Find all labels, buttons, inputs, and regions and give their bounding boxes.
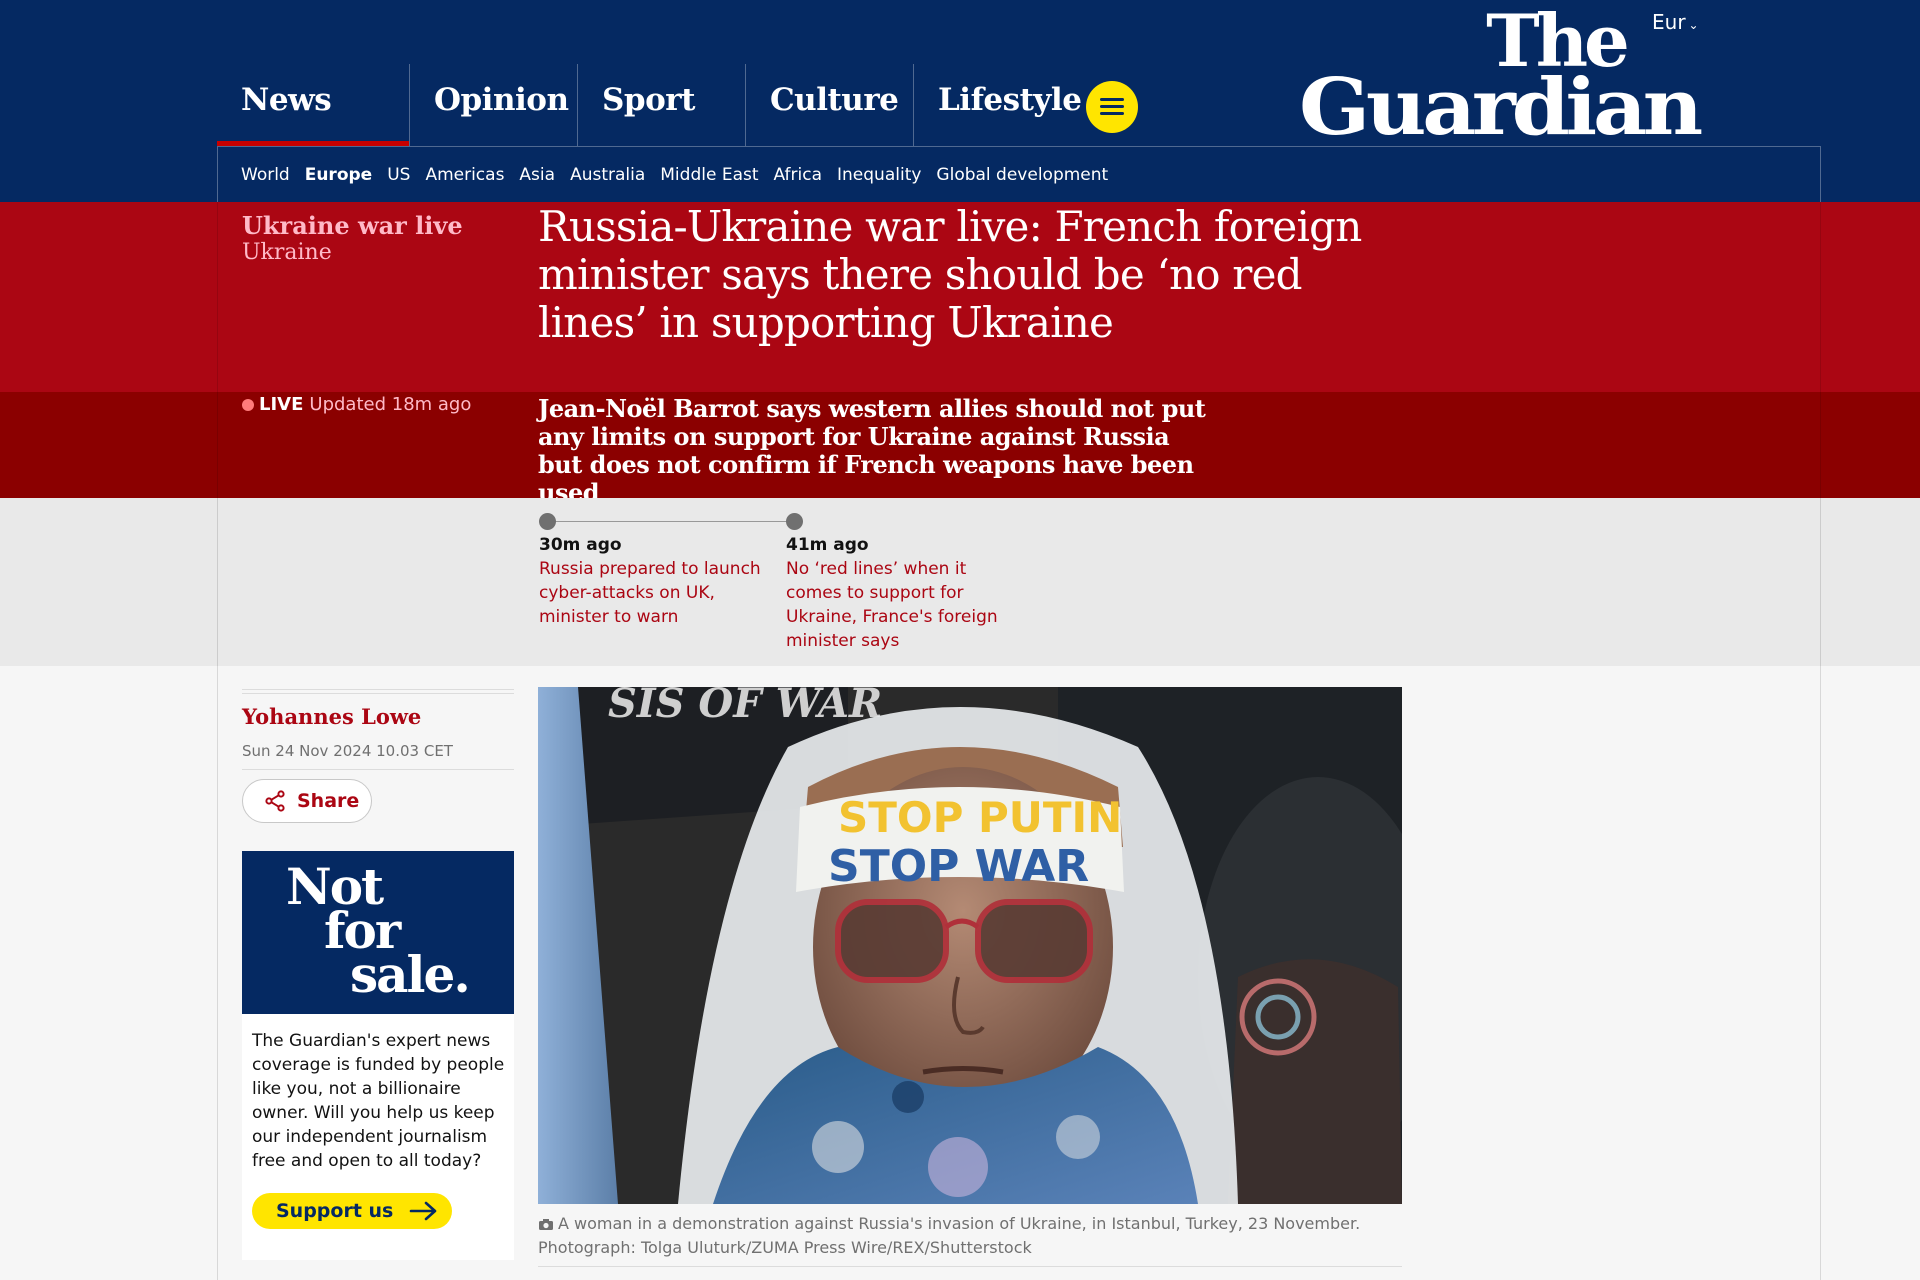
series-kicker[interactable]: Ukraine war live bbox=[242, 211, 463, 240]
subnav-item-world[interactable]: World bbox=[241, 165, 290, 185]
subnav-item-global-development[interactable]: Global development bbox=[936, 165, 1108, 185]
author-link[interactable]: Yohannes Lowe bbox=[242, 704, 421, 729]
headband-text-1: STOP PUTIN bbox=[838, 793, 1122, 842]
pillar-label: Culture bbox=[770, 82, 899, 118]
subnav-item-africa[interactable]: Africa bbox=[774, 165, 823, 185]
menu-icon-bar bbox=[1100, 98, 1124, 101]
sign-text: SIS OF WAR bbox=[608, 687, 882, 727]
timeline-dot bbox=[786, 513, 803, 530]
guardian-logo[interactable]: The Guardian bbox=[1296, 4, 1702, 144]
arrow-right-icon bbox=[410, 1201, 437, 1221]
support-label: Support us bbox=[276, 1200, 394, 1222]
section-kicker[interactable]: Ukraine bbox=[242, 240, 332, 265]
pillar-label: Lifestyle bbox=[938, 82, 1082, 118]
live-status: LIVE Updated 18m ago bbox=[242, 394, 471, 415]
live-dot-icon bbox=[242, 398, 254, 411]
live-label: LIVE bbox=[259, 394, 304, 415]
nfs-line: sale. bbox=[350, 945, 471, 1004]
share-label: Share bbox=[297, 790, 360, 812]
headband-text-2: STOP WAR bbox=[828, 841, 1089, 892]
subnav-item-americas[interactable]: Americas bbox=[425, 165, 504, 185]
pillar-label: Opinion bbox=[434, 82, 569, 118]
page-title: Russia-Ukraine war live: French foreign … bbox=[538, 202, 1362, 347]
updated-time: Updated 18m ago bbox=[309, 394, 472, 415]
subnav-item-middle-east[interactable]: Middle East bbox=[660, 165, 758, 185]
pillar-label: News bbox=[241, 82, 332, 118]
key-event-time: 41m ago bbox=[786, 535, 869, 555]
logo-line-2: Guardian bbox=[1299, 62, 1701, 144]
pillar-label: Sport bbox=[602, 82, 695, 118]
share-button[interactable]: Share bbox=[242, 779, 372, 823]
menu-button[interactable] bbox=[1086, 81, 1138, 133]
caption-text: A woman in a demonstration against Russi… bbox=[538, 1214, 1361, 1257]
divider bbox=[242, 769, 514, 770]
subnav-item-europe[interactable]: Europe bbox=[305, 165, 372, 185]
photo-caption: A woman in a demonstration against Russi… bbox=[538, 1212, 1402, 1260]
subnav-item-asia[interactable]: Asia bbox=[519, 165, 555, 185]
not-for-sale-text: Not for sale. bbox=[286, 862, 471, 1004]
pillar-lifestyle[interactable]: Lifestyle bbox=[913, 64, 1082, 146]
menu-icon-bar bbox=[1100, 112, 1124, 115]
column-border bbox=[217, 202, 218, 1280]
pillar-nav: News Opinion Sport Culture Lifestyle bbox=[217, 64, 1082, 146]
main-photo[interactable]: SIS OF WAR STOP PUTIN STOP WAR bbox=[538, 687, 1402, 1204]
not-for-sale-banner: Not for sale. bbox=[242, 851, 514, 1014]
key-event-time: 30m ago bbox=[539, 535, 622, 555]
pillar-sport[interactable]: Sport bbox=[577, 64, 745, 146]
divider bbox=[242, 693, 514, 694]
menu-icon-bar bbox=[1100, 105, 1124, 108]
support-message: The Guardian's expert news coverage is f… bbox=[252, 1031, 505, 1171]
publish-date: Sun 24 Nov 2024 10.03 CET bbox=[242, 742, 453, 760]
subnav-item-us[interactable]: US bbox=[387, 165, 410, 185]
key-events-timeline bbox=[548, 521, 794, 522]
standfirst: Jean-Noël Barrot says western allies sho… bbox=[538, 394, 1206, 507]
subnav-item-inequality[interactable]: Inequality bbox=[837, 165, 921, 185]
key-event-link[interactable]: Russia prepared to launch cyber-attacks … bbox=[539, 557, 769, 629]
camera-icon bbox=[539, 1219, 553, 1230]
support-us-button[interactable]: Support us bbox=[252, 1193, 452, 1229]
pillar-culture[interactable]: Culture bbox=[745, 64, 913, 146]
key-event-link[interactable]: No ‘red lines’ when it comes to support … bbox=[786, 557, 1006, 653]
divider bbox=[538, 1266, 1402, 1267]
pillar-news[interactable]: News bbox=[217, 64, 409, 146]
subnav: World Europe US Americas Asia Australia … bbox=[241, 165, 1108, 185]
support-card: The Guardian's expert news coverage is f… bbox=[242, 1014, 514, 1260]
divider bbox=[242, 689, 514, 690]
pillar-opinion[interactable]: Opinion bbox=[409, 64, 577, 146]
timeline-dot bbox=[539, 513, 556, 530]
column-border bbox=[1820, 202, 1821, 1280]
subnav-item-australia[interactable]: Australia bbox=[570, 165, 645, 185]
share-icon bbox=[265, 790, 285, 812]
